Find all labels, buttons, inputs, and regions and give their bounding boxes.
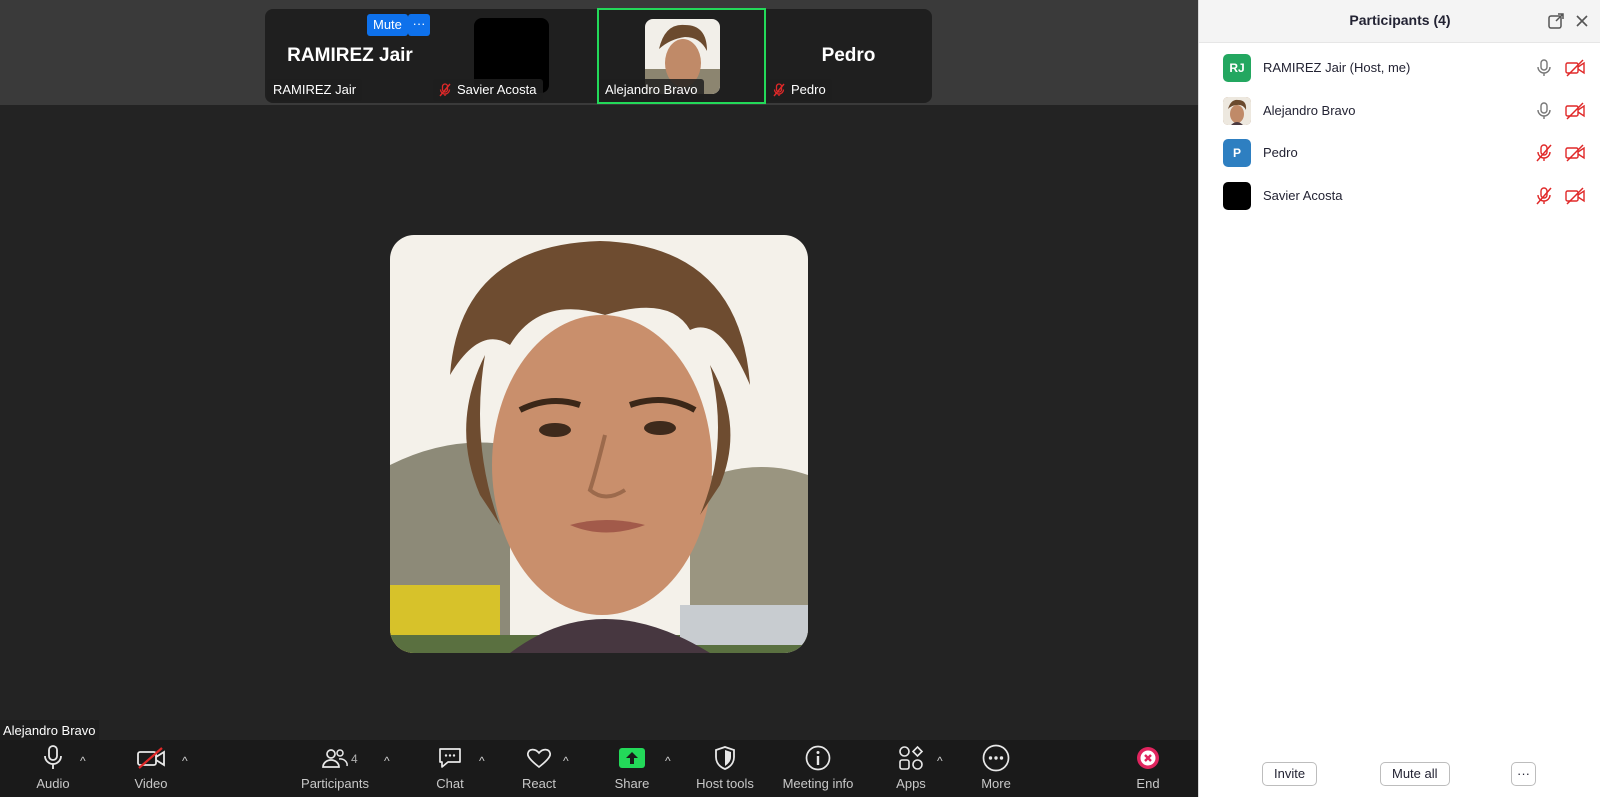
speaker-photo bbox=[390, 235, 808, 653]
audio-button[interactable]: Audio bbox=[32, 740, 74, 797]
tile-display-name: RAMIREZ Jair bbox=[287, 45, 413, 66]
meeting-toolbar: Audio ^ Video ^ Participants 4 ^ Chat ^ … bbox=[0, 740, 1198, 797]
participants-count: 4 bbox=[351, 752, 358, 766]
info-icon bbox=[805, 745, 831, 771]
video-off-icon bbox=[137, 747, 165, 769]
microphone-icon bbox=[44, 745, 62, 769]
participant-avatar: P bbox=[1223, 139, 1251, 167]
tile-name-label: RAMIREZ Jair bbox=[273, 82, 357, 97]
chat-options-caret-icon[interactable]: ^ bbox=[479, 754, 485, 768]
react-options-caret-icon[interactable]: ^ bbox=[563, 754, 569, 768]
participant-row[interactable]: P Pedro bbox=[1199, 132, 1600, 174]
participants-label: Participants bbox=[301, 776, 369, 791]
more-icon bbox=[982, 744, 1010, 772]
tile-name-tag: RAMIREZ Jair bbox=[267, 79, 363, 101]
participants-icon bbox=[322, 749, 348, 768]
heart-icon bbox=[526, 748, 552, 769]
panel-header: Participants (4) bbox=[1199, 0, 1600, 43]
tile-display-name: Pedro bbox=[821, 45, 876, 66]
meeting-info-label: Meeting info bbox=[782, 776, 854, 791]
video-tile-ramirez[interactable]: RAMIREZ Jair Mute ··· RAMIREZ Jair bbox=[265, 9, 435, 103]
end-meeting-button[interactable]: End bbox=[1127, 740, 1169, 797]
microphone-icon[interactable] bbox=[1535, 59, 1553, 77]
invite-button[interactable]: Invite bbox=[1262, 762, 1318, 786]
mute-participant-button[interactable]: Mute bbox=[367, 14, 408, 36]
chat-label: Chat bbox=[436, 776, 464, 791]
apps-options-caret-icon[interactable]: ^ bbox=[937, 754, 943, 768]
react-button[interactable]: React bbox=[518, 740, 560, 797]
share-screen-icon bbox=[619, 748, 645, 768]
participant-row[interactable]: Alejandro Bravo bbox=[1199, 90, 1600, 132]
audio-label: Audio bbox=[36, 776, 70, 791]
mic-muted-icon bbox=[773, 83, 785, 97]
close-icon[interactable] bbox=[1573, 12, 1591, 30]
participant-avatar bbox=[1223, 181, 1251, 210]
participant-row[interactable]: RJ RAMIREZ Jair (Host, me) bbox=[1199, 47, 1600, 89]
chat-button[interactable]: Chat bbox=[430, 740, 470, 797]
share-options-caret-icon[interactable]: ^ bbox=[665, 754, 671, 768]
more-button[interactable]: More bbox=[975, 740, 1017, 797]
share-button[interactable]: Share bbox=[610, 740, 654, 797]
participant-avatar bbox=[1223, 96, 1251, 125]
microphone-icon[interactable] bbox=[1535, 101, 1553, 120]
video-button[interactable]: Video bbox=[130, 740, 172, 797]
mute-all-button[interactable]: Mute all bbox=[1380, 762, 1450, 786]
video-off-icon[interactable] bbox=[1565, 101, 1585, 120]
video-off-icon[interactable] bbox=[1565, 144, 1585, 162]
video-off-icon[interactable] bbox=[1565, 59, 1585, 77]
share-label: Share bbox=[614, 776, 650, 791]
pop-out-icon[interactable] bbox=[1547, 12, 1565, 30]
tile-name-label: Pedro bbox=[791, 82, 826, 97]
panel-more-button[interactable]: ··· bbox=[1511, 762, 1536, 786]
chat-icon bbox=[439, 748, 461, 768]
video-label: Video bbox=[134, 776, 168, 791]
apps-button[interactable]: Apps bbox=[890, 740, 932, 797]
end-icon bbox=[1137, 747, 1159, 769]
mic-muted-icon bbox=[439, 83, 451, 97]
shield-icon bbox=[715, 746, 735, 770]
host-tools-label: Host tools bbox=[696, 776, 754, 791]
more-label: More bbox=[981, 776, 1011, 791]
participant-avatar: RJ bbox=[1223, 54, 1251, 82]
audio-options-caret-icon[interactable]: ^ bbox=[80, 754, 86, 768]
zoom-window: RAMIREZ Jair Mute ··· RAMIREZ Jair Savie… bbox=[0, 0, 1600, 797]
participant-name: RAMIREZ Jair (Host, me) bbox=[1263, 60, 1411, 75]
participants-options-caret-icon[interactable]: ^ bbox=[384, 754, 390, 768]
meeting-area: RAMIREZ Jair Mute ··· RAMIREZ Jair Savie… bbox=[0, 0, 1198, 797]
video-tile-pedro[interactable]: Pedro Pedro bbox=[765, 9, 932, 103]
participant-row[interactable]: Savier Acosta bbox=[1199, 175, 1600, 217]
apps-icon bbox=[899, 745, 924, 770]
active-speaker-border bbox=[597, 8, 766, 104]
tile-name-label: Savier Acosta bbox=[457, 82, 537, 97]
apps-label: Apps bbox=[896, 776, 926, 791]
mic-muted-icon[interactable] bbox=[1535, 144, 1553, 162]
participants-button[interactable]: Participants bbox=[300, 740, 370, 797]
participant-name: Alejandro Bravo bbox=[1263, 102, 1356, 118]
tile-more-button[interactable]: ··· bbox=[408, 14, 430, 36]
video-tile-savier[interactable]: Savier Acosta bbox=[431, 9, 595, 103]
video-options-caret-icon[interactable]: ^ bbox=[182, 754, 188, 768]
participant-name: Savier Acosta bbox=[1263, 187, 1343, 203]
video-off-icon[interactable] bbox=[1565, 186, 1585, 205]
participants-panel: Participants (4) RJ RAMIREZ Jair (Host, m… bbox=[1198, 0, 1600, 797]
mic-muted-icon[interactable] bbox=[1535, 186, 1553, 205]
meeting-info-button[interactable]: Meeting info bbox=[780, 740, 856, 797]
panel-title: Participants (4) bbox=[1349, 12, 1451, 28]
participant-name: Pedro bbox=[1263, 145, 1298, 160]
tile-name-tag: Pedro bbox=[767, 79, 832, 101]
main-video-name-tag: Alejandro Bravo bbox=[0, 720, 99, 741]
end-label: End bbox=[1136, 776, 1160, 791]
main-video-feed[interactable] bbox=[390, 235, 808, 653]
host-tools-button[interactable]: Host tools bbox=[694, 740, 756, 797]
react-label: React bbox=[522, 776, 556, 791]
tile-name-tag: Savier Acosta bbox=[433, 79, 543, 101]
